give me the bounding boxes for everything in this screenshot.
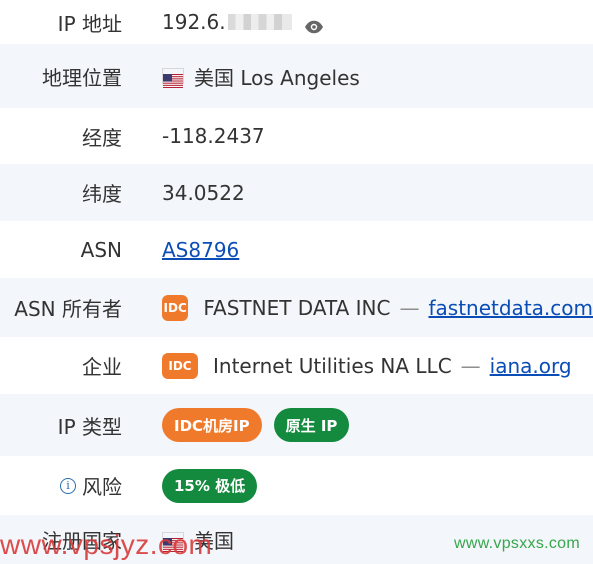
row-ip: IP 地址 192.6. [0, 0, 593, 44]
ip-type-tag-native: 原生 IP [273, 408, 350, 442]
row-enterprise: 企业 IDC Internet Utilities NA LLC — iana.… [0, 337, 593, 394]
masked-ip-part [227, 14, 292, 30]
value-latitude: 34.0522 [162, 180, 245, 205]
row-geo: 地理位置 美国 Los Angeles [0, 44, 593, 108]
label-risk: 风险 [82, 475, 122, 499]
label-enterprise: 企业 [82, 355, 122, 379]
value-ip: 192.6. [162, 10, 593, 34]
geo-text: 美国 Los Angeles [194, 65, 360, 90]
label-asn-owner: ASN 所有者 [14, 297, 122, 321]
label-latitude: 纬度 [82, 182, 122, 206]
asn-owner-separator: — [399, 295, 420, 320]
value-asn: AS8796 [162, 238, 593, 262]
label-risk-wrapper: i 风险 [0, 471, 122, 500]
ip-type-tag-idc: IDC机房IP [162, 408, 262, 442]
asn-link[interactable]: AS8796 [162, 238, 239, 262]
row-ip-type: IP 类型 IDC机房IP 原生 IP [0, 394, 593, 456]
value-longitude: -118.2437 [162, 124, 265, 148]
info-icon[interactable]: i [60, 477, 76, 494]
ip-info-table: IP 地址 192.6. 地理位置 美国 Los Angeles 经度 -118… [0, 0, 593, 564]
idc-badge: IDC [162, 294, 189, 321]
value-enterprise: IDC Internet Utilities NA LLC — iana.org [162, 352, 593, 379]
row-asn-owner: ASN 所有者 IDC FASTNET DATA INC — fastnetda… [0, 278, 593, 337]
watermark-right: www.vpsxxs.com [454, 535, 580, 552]
label-ip-type: IP 类型 [57, 414, 122, 439]
label-geo: 地理位置 [42, 65, 122, 90]
idc-badge: IDC [162, 352, 198, 379]
row-latitude: 纬度 34.0522 [0, 164, 593, 221]
value-ip-type: IDC机房IP 原生 IP [162, 408, 593, 442]
eye-icon[interactable] [304, 15, 324, 34]
enterprise-name: Internet Utilities NA LLC [213, 353, 452, 378]
risk-badge: 15% 极低 [162, 468, 258, 503]
asn-owner-name: FASTNET DATA INC [203, 295, 391, 320]
label-asn: ASN [80, 237, 122, 262]
value-asn-owner: IDC FASTNET DATA INC — fastnetdata.com [162, 294, 593, 321]
value-geo: 美国 Los Angeles [162, 62, 593, 91]
label-ip: IP 地址 [57, 11, 122, 36]
watermark-left: www.vpsjyz.com [0, 529, 213, 560]
row-risk: i 风险 15% 极低 [0, 456, 593, 515]
ip-address-prefix: 192.6. [162, 10, 226, 34]
label-longitude: 经度 [82, 125, 122, 150]
asn-owner-domain-link[interactable]: fastnetdata.com [428, 296, 593, 320]
value-risk: 15% 极低 [162, 468, 593, 503]
us-flag-icon [162, 68, 184, 88]
row-asn: ASN AS8796 [0, 221, 593, 278]
enterprise-domain-link[interactable]: iana.org [490, 354, 572, 378]
row-longitude: 经度 -118.2437 [0, 108, 593, 164]
enterprise-separator: — [460, 353, 481, 378]
